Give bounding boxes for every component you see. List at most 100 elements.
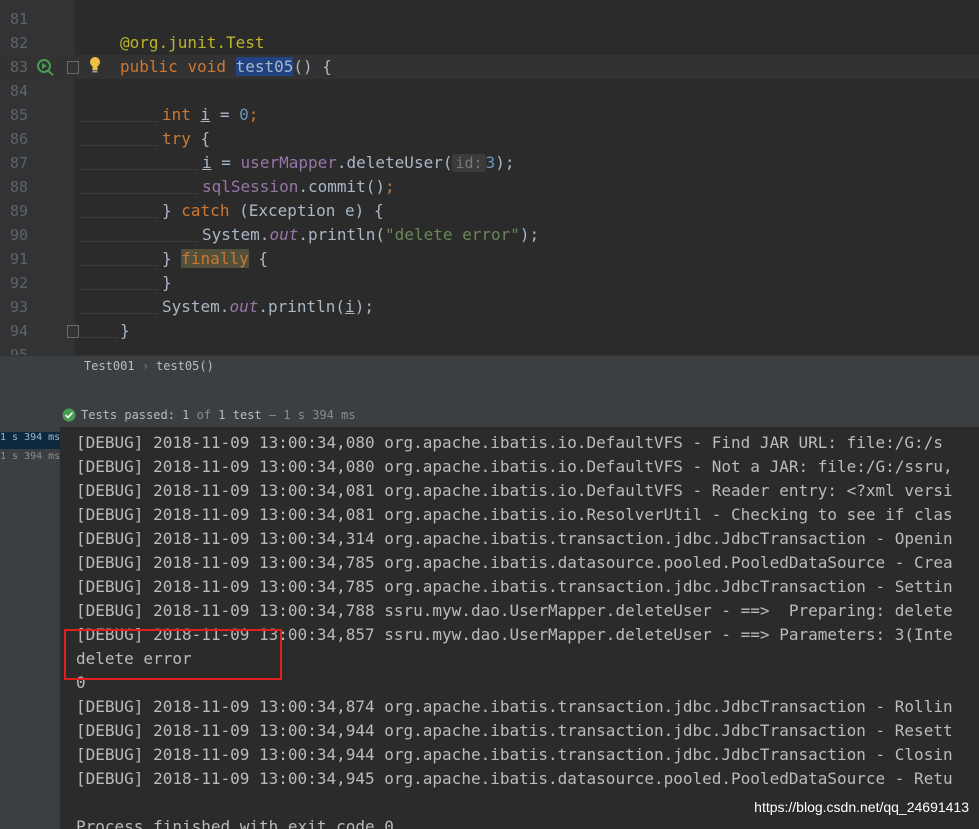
code-token: .deleteUser( bbox=[336, 153, 453, 172]
code-line-89[interactable]: 89 } catch (Exception e) { bbox=[0, 199, 979, 223]
test-tree-row[interactable]: 1 s 394 ms bbox=[0, 451, 60, 468]
line-number: 81 bbox=[9, 10, 28, 28]
code-token: System. bbox=[202, 225, 270, 244]
code-line-85[interactable]: 85 int i = 0; bbox=[0, 103, 979, 127]
code-line-93[interactable]: 93 System.out.println(i); bbox=[0, 295, 979, 319]
method-name-token: test05 bbox=[235, 57, 294, 76]
line-number: 95 bbox=[9, 346, 28, 355]
console-line: [DEBUG] 2018-11-09 13:00:34,080 org.apac… bbox=[76, 457, 953, 476]
status-of: of bbox=[189, 408, 219, 422]
console-line: [DEBUG] 2018-11-09 13:00:34,944 org.apac… bbox=[76, 721, 953, 740]
indent-guide bbox=[82, 191, 198, 194]
test-status-text: Tests passed: 1 of 1 test – 1 s 394 ms bbox=[81, 408, 356, 422]
code-line-86[interactable]: 86 try { bbox=[0, 127, 979, 151]
code-line-83[interactable]: 83 public void test05() { bbox=[0, 55, 979, 79]
number-token: 3 bbox=[485, 153, 496, 172]
code-token: ); bbox=[354, 297, 374, 316]
code-line-92[interactable]: 92 } bbox=[0, 271, 979, 295]
code-token: { bbox=[190, 129, 211, 148]
code-token: { bbox=[248, 249, 268, 268]
string-token: "delete error" bbox=[385, 225, 520, 244]
keyword-token: public bbox=[120, 57, 178, 76]
code-token: .println( bbox=[258, 297, 346, 316]
annotation-token: @org.junit.Test bbox=[120, 33, 265, 52]
code-token: () { bbox=[293, 57, 332, 76]
code-text: System.out.println(i); bbox=[162, 295, 374, 319]
variable-token: i bbox=[202, 153, 212, 172]
code-token: } bbox=[120, 321, 130, 340]
code-token: (Exception e) { bbox=[229, 201, 384, 220]
keyword-token: catch bbox=[181, 201, 230, 220]
static-field-token: out bbox=[269, 225, 299, 244]
console-line: [DEBUG] 2018-11-09 13:00:34,081 org.apac… bbox=[76, 481, 953, 500]
code-line-82[interactable]: 82 @org.junit.Test bbox=[0, 31, 979, 55]
code-line-94[interactable]: 94 } bbox=[0, 319, 979, 343]
code-text: public void test05() { bbox=[120, 55, 332, 79]
test-status-bar: Tests passed: 1 of 1 test – 1 s 394 ms bbox=[0, 403, 979, 428]
status-prefix: Tests passed: bbox=[81, 408, 183, 422]
indent-guide bbox=[82, 215, 158, 218]
indent-guide bbox=[82, 167, 198, 170]
run-panel-header[interactable] bbox=[0, 377, 979, 404]
console-line: [DEBUG] 2018-11-09 13:00:34,785 org.apac… bbox=[76, 553, 953, 572]
line-number: 86 bbox=[9, 130, 28, 148]
code-line-84[interactable]: 84 bbox=[0, 79, 979, 103]
keyword-token: int bbox=[162, 105, 191, 124]
code-text: } bbox=[162, 271, 172, 295]
indent-guide bbox=[82, 287, 158, 290]
code-token: .println( bbox=[298, 225, 386, 244]
code-line-95[interactable]: 95 bbox=[0, 343, 979, 355]
line-number: 89 bbox=[9, 202, 28, 220]
run-test-icon[interactable] bbox=[36, 58, 54, 76]
line-number: 82 bbox=[9, 34, 28, 52]
field-token: userMapper bbox=[240, 153, 337, 172]
code-text: } catch (Exception e) { bbox=[162, 199, 384, 223]
code-line-88[interactable]: 88 sqlSession.commit(); bbox=[0, 175, 979, 199]
watermark: https://blog.csdn.net/qq_24691413 bbox=[754, 799, 969, 815]
status-total: 1 test bbox=[218, 408, 262, 422]
code-token: ; bbox=[385, 177, 395, 196]
console-line: [DEBUG] 2018-11-09 13:00:34,788 ssru.myw… bbox=[76, 601, 953, 620]
console-line: [DEBUG] 2018-11-09 13:00:34,081 org.apac… bbox=[76, 505, 953, 524]
console-output[interactable]: [DEBUG] 2018-11-09 13:00:34,080 org.apac… bbox=[61, 427, 979, 829]
code-token: ); bbox=[519, 225, 540, 244]
line-number: 90 bbox=[9, 226, 28, 244]
console-line: [DEBUG] 2018-11-09 13:00:34,944 org.apac… bbox=[76, 745, 953, 764]
line-number: 93 bbox=[9, 298, 28, 316]
fold-collapse-icon[interactable] bbox=[67, 61, 79, 74]
breadcrumb-method[interactable]: test05() bbox=[156, 359, 214, 373]
code-text: int i = 0; bbox=[162, 103, 258, 127]
fold-end-icon[interactable] bbox=[67, 325, 79, 338]
indent-guide bbox=[82, 239, 198, 242]
indent-guide bbox=[82, 143, 158, 146]
breadcrumb: Test001 › test05() bbox=[0, 355, 979, 378]
line-number: 87 bbox=[9, 154, 28, 172]
code-line-87[interactable]: 87 i = userMapper.deleteUser(id: 3); bbox=[0, 151, 979, 175]
code-line-81[interactable]: 81 bbox=[0, 7, 979, 31]
indent-guide bbox=[82, 263, 158, 266]
line-number: 94 bbox=[9, 322, 28, 340]
console-line: [DEBUG] 2018-11-09 13:00:34,874 org.apac… bbox=[76, 697, 953, 716]
code-text: System.out.println("delete error"); bbox=[202, 223, 539, 247]
code-token: } bbox=[162, 273, 172, 292]
variable-token: i bbox=[345, 297, 355, 316]
console-line: [DEBUG] 2018-11-09 13:00:34,945 org.apac… bbox=[76, 769, 953, 788]
keyword-token: finally bbox=[181, 249, 249, 268]
test-tree[interactable]: 1 s 394 ms 1 s 394 ms bbox=[0, 427, 61, 829]
keyword-token: void bbox=[187, 57, 226, 76]
breadcrumb-separator: › bbox=[142, 359, 150, 373]
code-text: i = userMapper.deleteUser(id: 3); bbox=[202, 151, 514, 175]
code-token: ); bbox=[495, 153, 515, 172]
status-duration: – 1 s 394 ms bbox=[261, 408, 356, 422]
code-token: } bbox=[162, 249, 172, 268]
code-line-91[interactable]: 91 } finally { bbox=[0, 247, 979, 271]
number-token: 0 bbox=[239, 105, 249, 124]
indent-guide bbox=[82, 119, 158, 122]
code-editor[interactable]: 81 82 @org.junit.Test 83 public void tes… bbox=[0, 0, 979, 355]
lightbulb-icon[interactable] bbox=[88, 56, 102, 74]
code-line-90[interactable]: 90 System.out.println("delete error"); bbox=[0, 223, 979, 247]
breadcrumb-class[interactable]: Test001 bbox=[84, 359, 135, 373]
test-tree-row[interactable]: 1 s 394 ms bbox=[0, 432, 60, 449]
line-number: 83 bbox=[9, 58, 28, 76]
static-field-token: out bbox=[229, 297, 259, 316]
